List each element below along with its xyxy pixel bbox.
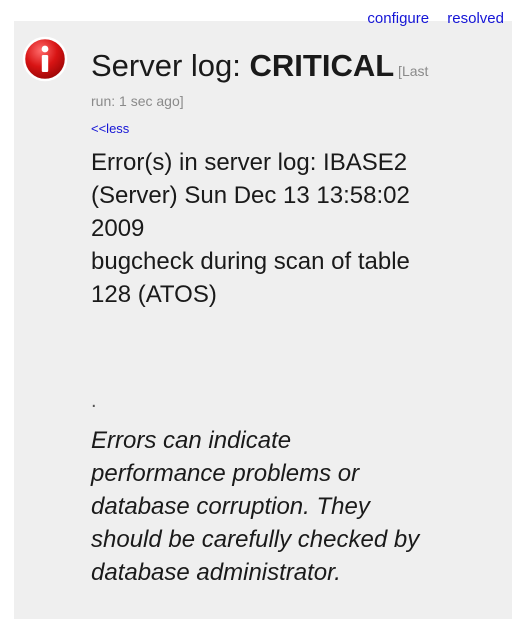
alert-title: Server log: CRITICAL [Last bbox=[91, 45, 506, 92]
details-line: (Server) Sun Dec 13 13:58:02 bbox=[91, 182, 410, 209]
details-line: 128 (ATOS) bbox=[91, 281, 217, 308]
last-run-part2: run: 1 sec ago] bbox=[91, 93, 184, 109]
details-line: 2009 bbox=[91, 215, 145, 242]
details-line: Error(s) in server log: IBASE2 bbox=[91, 149, 408, 176]
last-run-part1: [Last bbox=[394, 63, 429, 79]
separator-dot: . bbox=[91, 390, 97, 412]
note-line: Errors can indicate bbox=[91, 427, 292, 454]
resolved-link[interactable]: resolved bbox=[447, 10, 504, 27]
alert-status: CRITICAL bbox=[249, 48, 395, 83]
alert-details: Error(s) in server log: IBASE2 (Server) … bbox=[91, 146, 496, 311]
alert-title-prefix: Server log: bbox=[91, 48, 250, 83]
note-line: performance problems or bbox=[91, 460, 360, 487]
details-line: bugcheck during scan of table bbox=[91, 248, 410, 275]
note-line: database administrator. bbox=[91, 559, 341, 586]
less-link[interactable]: <<less bbox=[91, 121, 129, 136]
note-line: database corruption. They bbox=[91, 493, 370, 520]
info-icon bbox=[22, 36, 68, 82]
alert-note: Errors can indicate performance problems… bbox=[91, 424, 506, 589]
note-line: should be carefully checked by bbox=[91, 526, 420, 553]
alert-actions: configure resolved bbox=[353, 10, 504, 27]
configure-link[interactable]: configure bbox=[367, 10, 429, 27]
